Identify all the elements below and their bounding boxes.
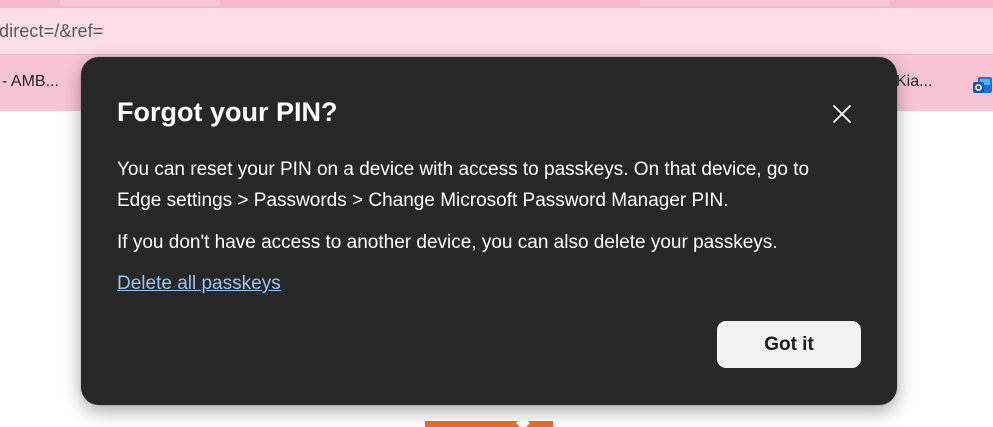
close-button[interactable] <box>827 99 857 129</box>
dialog-paragraph-delete-option: If you don't have access to another devi… <box>117 232 778 253</box>
delete-all-passkeys-link[interactable]: Delete all passkeys <box>117 268 281 299</box>
browser-window: direct=/&ref= - AMB... Kia... Forgot you… <box>0 0 993 427</box>
dialog-paragraph-reset-instructions: You can reset your PIN on a device with … <box>117 159 810 211</box>
page-orange-element <box>425 421 553 427</box>
address-bar[interactable]: direct=/&ref= <box>0 8 993 55</box>
got-it-button[interactable]: Got it <box>717 321 861 368</box>
tab-strip <box>0 0 993 8</box>
address-text: direct=/&ref= <box>0 20 104 41</box>
outlook-icon[interactable] <box>972 75 993 97</box>
dialog-title: Forgot your PIN? <box>117 97 338 127</box>
tab-segment <box>640 0 890 6</box>
favorite-item[interactable]: - AMB... <box>2 73 59 91</box>
close-icon <box>833 105 851 123</box>
tab-segment <box>60 0 220 6</box>
favorite-item[interactable]: Kia... <box>896 73 932 91</box>
forgot-pin-dialog: Forgot your PIN? You can reset your PIN … <box>81 57 897 405</box>
